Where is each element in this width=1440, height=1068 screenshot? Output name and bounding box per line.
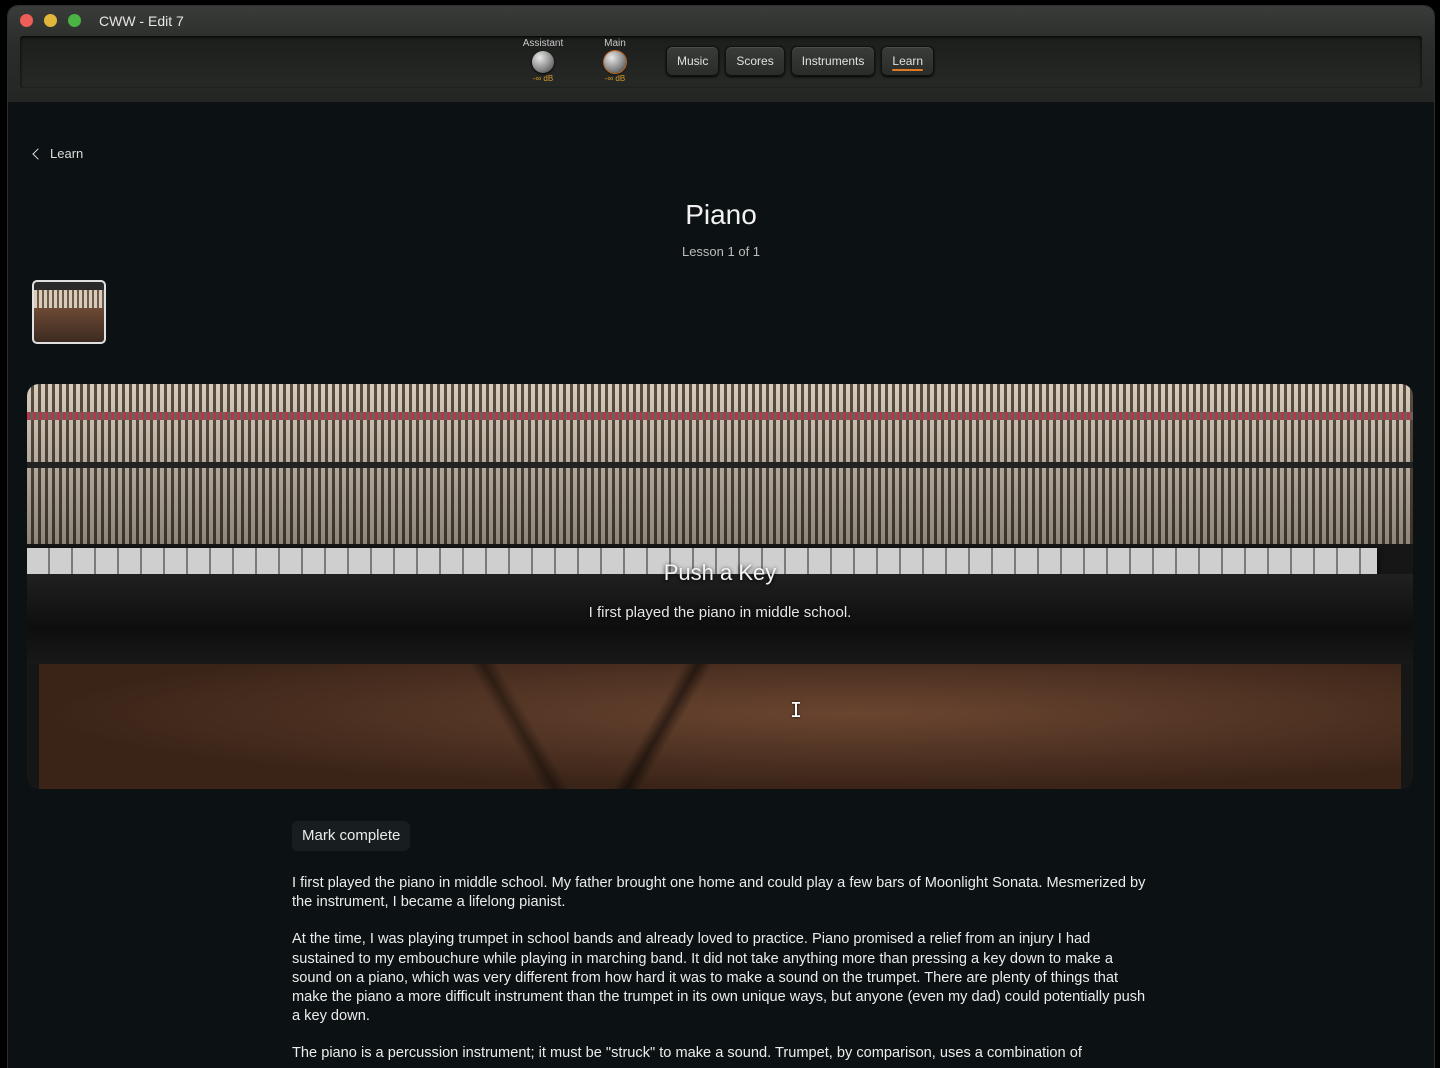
main-volume-label: Main [604,38,626,49]
chevron-left-icon [32,147,44,160]
nav-instruments-button[interactable]: Instruments [790,46,876,76]
back-link[interactable]: Learn [32,146,84,161]
assistant-volume: Assistant -∞ dB [513,38,573,83]
lesson-body: I first played the piano in middle schoo… [292,874,1152,1068]
page-title: Piano [685,199,757,230]
piano-hammers-image [27,384,1413,544]
window-title: CWW - Edit 7 [99,13,184,29]
lesson-paragraph: At the time, I was playing trumpet in sc… [292,931,1146,1025]
back-link-label: Learn [50,146,84,161]
maximize-window-button[interactable] [68,14,81,27]
hero-title: Push a Key [663,560,777,585]
window-controls [20,14,81,27]
nav-scores-button[interactable]: Scores [725,46,785,76]
piano-strings-image [39,664,1401,789]
hero-subtitle: I first played the piano in middle schoo… [588,604,852,621]
main-volume: Main -∞ dB [585,38,645,83]
assistant-volume-label: Assistant [522,38,564,49]
assistant-volume-value: -∞ dB [532,74,554,83]
lesson-paragraph: I first played the piano in middle schoo… [292,875,1146,911]
main-volume-knob[interactable] [604,51,626,73]
assistant-volume-knob[interactable] [532,51,554,73]
nav-learn-button[interactable]: Learn [881,46,935,76]
mark-complete-button[interactable]: Mark complete [292,821,411,851]
text-cursor-icon: I [790,698,803,722]
main-volume-value: -∞ dB [604,74,626,83]
title-bar: CWW - Edit 7 Assistant -∞ dB Main -∞ dB … [8,6,1434,103]
main-nav: Music Scores Instruments Learn [666,46,935,76]
lesson-hero-image: Push a Key I first played the piano in m… [27,384,1413,789]
lesson-paragraph: The piano is a percussion instrument; it… [292,1045,1082,1062]
lesson-counter: Lesson 1 of 1 [681,244,761,259]
minimize-window-button[interactable] [44,14,57,27]
lesson-thumbnail[interactable] [32,280,106,344]
close-window-button[interactable] [20,14,33,27]
app-window: CWW - Edit 7 Assistant -∞ dB Main -∞ dB … [8,6,1434,1068]
nav-music-button[interactable]: Music [666,46,720,76]
